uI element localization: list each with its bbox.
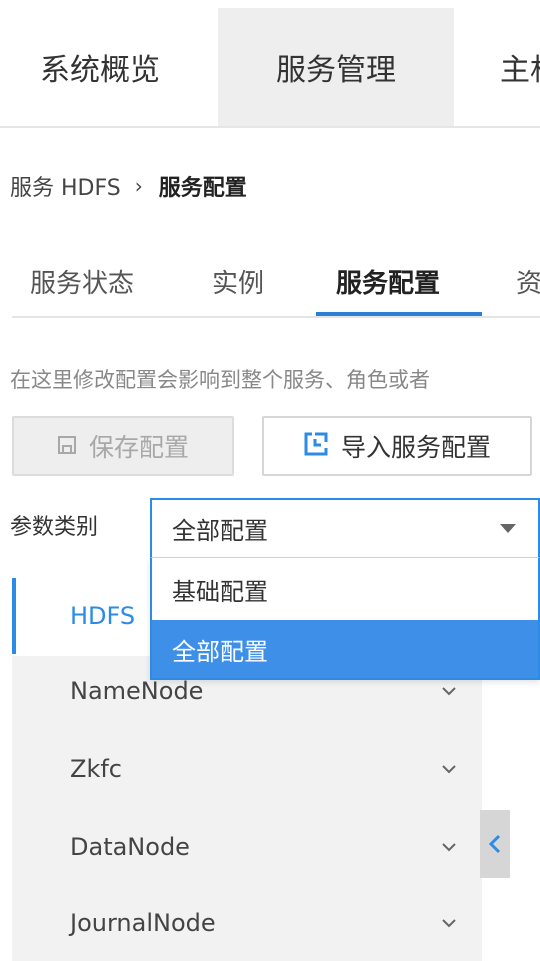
top-nav-item-hosts[interactable]: 主机 — [472, 8, 540, 126]
breadcrumb-service-link[interactable]: 服务 HDFS — [10, 170, 121, 202]
floppy-disk-icon — [57, 434, 77, 459]
dropdown-option-basic[interactable]: 基础配置 — [152, 560, 538, 618]
top-nav: 系统概览 服务管理 主机 — [0, 0, 540, 128]
save-config-button[interactable]: 保存配置 — [12, 416, 234, 476]
tree-item-hdfs[interactable]: HDFS — [70, 588, 135, 644]
tab-instances[interactable]: 实例 — [212, 254, 264, 308]
tab-resources[interactable]: 资 — [516, 254, 540, 308]
import-config-button[interactable]: 导入服务配置 — [262, 416, 532, 476]
chevron-left-icon — [488, 834, 501, 854]
tree-panel: NameNode Zkfc DataNode JournalNode — [12, 656, 482, 961]
tabs-divider — [12, 316, 540, 318]
param-category-dropdown: 基础配置 全部配置 — [150, 558, 540, 680]
tree-item-zkfc[interactable]: Zkfc — [70, 744, 122, 794]
tree-active-indicator — [12, 578, 16, 654]
collapse-panel-handle[interactable] — [480, 810, 510, 878]
save-config-label: 保存配置 — [88, 433, 189, 462]
top-nav-divider — [0, 126, 540, 128]
tab-service-status[interactable]: 服务状态 — [30, 254, 134, 308]
dropdown-option-all[interactable]: 全部配置 — [152, 620, 538, 678]
import-config-label: 导入服务配置 — [340, 433, 491, 462]
breadcrumb: 服务 HDFS › 服务配置 — [10, 166, 247, 206]
top-nav-item-overview[interactable]: 系统概览 — [0, 8, 200, 126]
param-category-label: 参数类别 — [10, 515, 99, 540]
breadcrumb-separator: › — [134, 174, 143, 198]
tab-service-config[interactable]: 服务配置 — [336, 254, 440, 308]
breadcrumb-current: 服务配置 — [158, 176, 247, 201]
config-description: 在这里修改配置会影响到整个服务、角色或者 — [10, 368, 430, 392]
import-bracket-icon — [303, 431, 329, 461]
param-category-selected-value: 全部配置 — [172, 517, 268, 545]
sub-tabs: 服务状态 实例 服务配置 资 — [0, 254, 540, 320]
chevron-down-icon[interactable] — [440, 838, 458, 856]
caret-down-icon — [500, 524, 516, 533]
param-category-select[interactable]: 全部配置 — [150, 498, 540, 558]
tree-item-datanode[interactable]: DataNode — [70, 822, 190, 872]
chevron-down-icon[interactable] — [440, 682, 458, 700]
tree-item-journalnode[interactable]: JournalNode — [70, 898, 216, 948]
chevron-down-icon[interactable] — [440, 760, 458, 778]
chevron-down-icon[interactable] — [440, 914, 458, 932]
top-nav-item-services[interactable]: 服务管理 — [218, 8, 454, 126]
